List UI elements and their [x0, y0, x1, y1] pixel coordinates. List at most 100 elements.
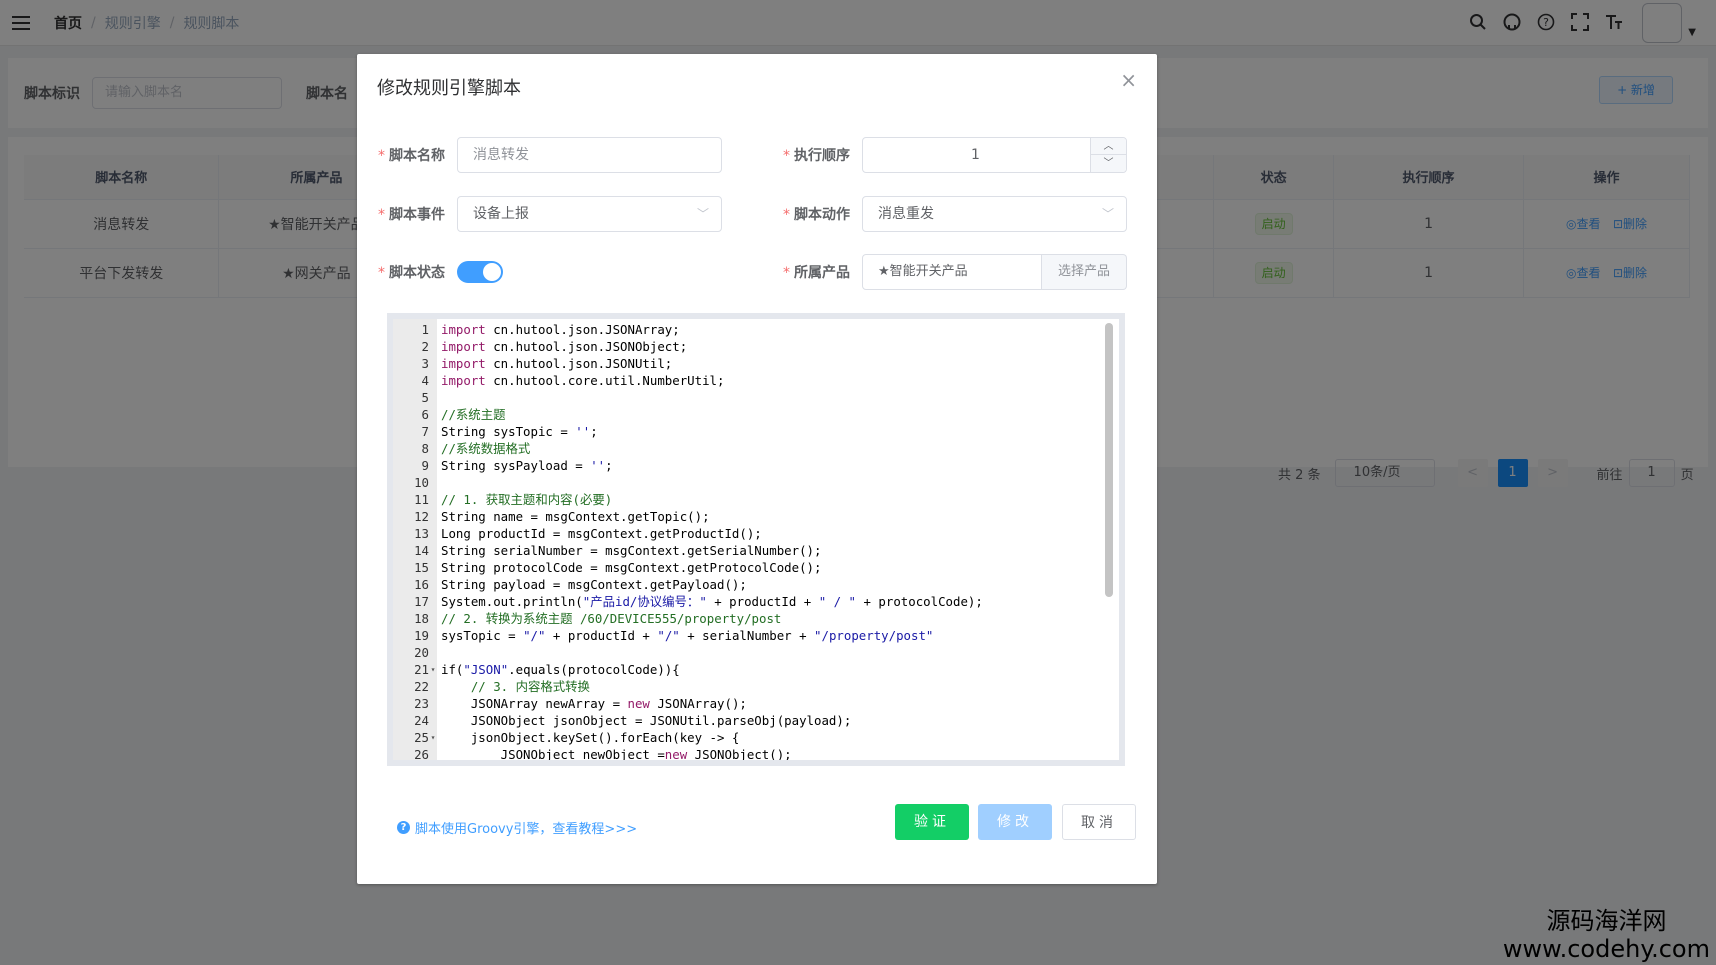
code-text[interactable]: // 2. 转换为系统主题 /60/DEVICE555/property/pos…: [437, 610, 781, 627]
code-line[interactable]: 22 // 3. 内容格式转换: [393, 678, 1119, 695]
code-text[interactable]: String protocolCode = msgContext.getProt…: [437, 559, 821, 576]
code-text[interactable]: //系统数据格式: [437, 440, 530, 457]
code-text[interactable]: JSONObject newObject =new JSONObject();: [437, 746, 792, 760]
help-link[interactable]: ? 脚本使用Groovy引擎，查看教程>>>: [397, 818, 637, 837]
script-name-input[interactable]: 消息转发: [457, 137, 722, 173]
form-item-event: * 脚本事件 设备上报 ﹀: [357, 196, 722, 232]
code-text[interactable]: import cn.hutool.core.util.NumberUtil;: [437, 372, 724, 389]
code-line[interactable]: 10: [393, 474, 1119, 491]
action-select[interactable]: 消息重发 ﹀: [862, 196, 1127, 232]
line-number: 12: [414, 509, 429, 524]
switch-knob: [483, 263, 501, 281]
question-icon: ?: [397, 821, 410, 834]
line-number: 14: [414, 543, 429, 558]
code-line[interactable]: 15 String protocolCode = msgContext.getPr…: [393, 559, 1119, 576]
order-value[interactable]: 1: [863, 138, 1088, 172]
code-text[interactable]: jsonObject.keySet().forEach(key -> {: [437, 729, 740, 746]
line-number: 11: [414, 492, 429, 507]
code-line[interactable]: 4 import cn.hutool.core.util.NumberUtil;: [393, 372, 1119, 389]
fold-arrow-icon[interactable]: ▾: [429, 661, 437, 678]
code-line[interactable]: 25 ▾ jsonObject.keySet().forEach(key -> {: [393, 729, 1119, 746]
product-input[interactable]: ★智能开关产品: [862, 254, 1042, 290]
code-text[interactable]: if("JSON".equals(protocolCode)){: [437, 661, 680, 678]
editor-scrollbar[interactable]: [1105, 323, 1113, 597]
code-line[interactable]: 26 JSONObject newObject =new JSONObject(…: [393, 746, 1119, 762]
code-editor[interactable]: 1 import cn.hutool.json.JSONArray; 2 import…: [387, 313, 1125, 766]
code-line[interactable]: 5: [393, 389, 1119, 406]
order-stepper[interactable]: 1 ︿ ﹀: [862, 137, 1127, 173]
code-line[interactable]: 9 String sysPayload = '';: [393, 457, 1119, 474]
code-text[interactable]: [437, 644, 441, 661]
script-name-label: * 脚本名称: [378, 148, 445, 164]
code-text[interactable]: // 3. 内容格式转换: [437, 678, 590, 695]
cancel-button[interactable]: 取消: [1062, 804, 1136, 840]
status-switch[interactable]: [457, 261, 503, 283]
event-label: * 脚本事件: [378, 207, 445, 223]
form-item-status: * 脚本状态: [357, 254, 503, 290]
code-line[interactable]: 13 Long productId = msgContext.getProduct…: [393, 525, 1119, 542]
code-line[interactable]: 17 System.out.println("产品id/协议编号：" + prod…: [393, 593, 1119, 610]
line-number: 26: [414, 747, 429, 762]
chevron-up-icon[interactable]: ︿: [1090, 138, 1126, 155]
chevron-down-icon[interactable]: ﹀: [1090, 155, 1126, 172]
code-text[interactable]: String payload = msgContext.getPayload()…: [437, 576, 747, 593]
code-line[interactable]: 2 import cn.hutool.json.JSONObject;: [393, 338, 1119, 355]
code-text[interactable]: // 1. 获取主题和内容(必要): [437, 491, 612, 508]
event-select[interactable]: 设备上报 ﹀: [457, 196, 722, 232]
code-line[interactable]: 18 // 2. 转换为系统主题 /60/DEVICE555/property/p…: [393, 610, 1119, 627]
code-line[interactable]: 20: [393, 644, 1119, 661]
action-label: * 脚本动作: [783, 207, 850, 223]
code-text[interactable]: String sysPayload = '';: [437, 457, 613, 474]
code-text[interactable]: sysTopic = "/" + productId + "/" + seria…: [437, 627, 933, 644]
code-lines: 1 import cn.hutool.json.JSONArray; 2 import…: [393, 321, 1119, 766]
code-line[interactable]: 7 String sysTopic = '';: [393, 423, 1119, 440]
code-text[interactable]: [437, 474, 441, 491]
code-text[interactable]: String name = msgContext.getTopic();: [437, 508, 710, 525]
close-icon[interactable]: ×: [1120, 70, 1137, 90]
code-line[interactable]: 24 JSONObject jsonObject = JSONUtil.pars…: [393, 712, 1119, 729]
line-number: 20: [414, 645, 429, 660]
dialog-title: 修改规则引擎脚本: [377, 78, 521, 99]
code-line[interactable]: 1 import cn.hutool.json.JSONArray;: [393, 321, 1119, 338]
code-text[interactable]: [437, 389, 441, 406]
code-line[interactable]: 6 //系统主题: [393, 406, 1119, 423]
line-number: 3: [421, 356, 429, 371]
code-line[interactable]: 3 import cn.hutool.json.JSONUtil;: [393, 355, 1119, 372]
chevron-down-icon: ﹀: [1101, 207, 1114, 221]
code-line[interactable]: 19 sysTopic = "/" + productId + "/" + ser…: [393, 627, 1119, 644]
code-text[interactable]: String sysTopic = '';: [437, 423, 598, 440]
modify-button[interactable]: 修改: [978, 804, 1052, 840]
code-line[interactable]: 21 ▾ if("JSON".equals(protocolCode)){: [393, 661, 1119, 678]
code-line[interactable]: 11 // 1. 获取主题和内容(必要): [393, 491, 1119, 508]
code-line[interactable]: 23 JSONArray newArray = new JSONArray();: [393, 695, 1119, 712]
code-line[interactable]: 8 //系统数据格式: [393, 440, 1119, 457]
code-line[interactable]: 27 newObject.put("id", key);: [393, 763, 1119, 766]
select-product-button[interactable]: 选择产品: [1042, 254, 1127, 290]
fold-arrow-icon[interactable]: ▾: [429, 729, 437, 746]
code-line[interactable]: 14 String serialNumber = msgContext.getSe…: [393, 542, 1119, 559]
code-text[interactable]: String serialNumber = msgContext.getSeri…: [437, 542, 821, 559]
code-text[interactable]: JSONArray newArray = new JSONArray();: [437, 695, 747, 712]
code-text[interactable]: System.out.println("产品id/协议编号：" + produc…: [437, 593, 983, 610]
code-text[interactable]: newObject.put("id", key);: [437, 763, 687, 766]
code-text[interactable]: import cn.hutool.json.JSONUtil;: [437, 355, 672, 372]
code-text[interactable]: //系统主题: [437, 406, 505, 423]
code-line[interactable]: 16 String payload = msgContext.getPayload…: [393, 576, 1119, 593]
verify-button[interactable]: 验证: [895, 804, 969, 840]
line-number: 24: [414, 713, 429, 728]
code-line[interactable]: 12 String name = msgContext.getTopic();: [393, 508, 1119, 525]
code-text[interactable]: Long productId = msgContext.getProductId…: [437, 525, 762, 542]
line-number: 2: [421, 339, 429, 354]
code-text[interactable]: import cn.hutool.json.JSONObject;: [437, 338, 687, 355]
line-number: 23: [414, 696, 429, 711]
code-text[interactable]: import cn.hutool.json.JSONArray;: [437, 321, 680, 338]
help-text[interactable]: 脚本使用Groovy引擎，查看教程>>>: [415, 818, 637, 837]
code-text[interactable]: JSONObject jsonObject = JSONUtil.parseOb…: [437, 712, 851, 729]
form-item-script-name: * 脚本名称 消息转发: [357, 137, 722, 173]
